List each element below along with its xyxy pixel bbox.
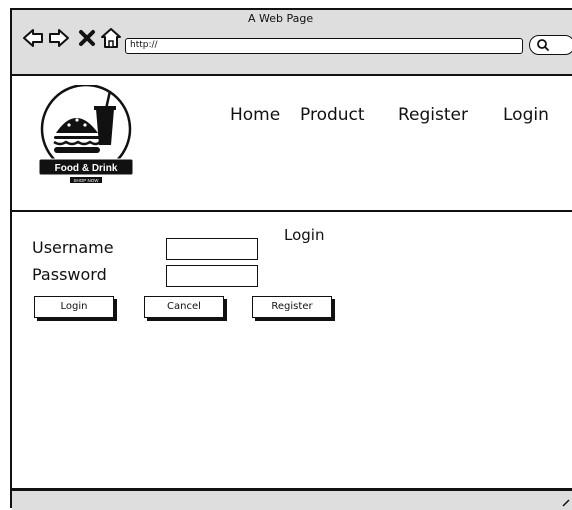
register-button[interactable]: Register xyxy=(252,296,332,318)
status-bar xyxy=(12,488,572,510)
search-icon xyxy=(537,39,549,51)
nav-product[interactable]: Product xyxy=(300,105,365,125)
logo-tagline: SHOP NOW xyxy=(74,178,100,183)
resize-grip-icon[interactable] xyxy=(562,499,570,507)
browser-window: A Web Page http:// Food & Drink SHOP NOW… xyxy=(10,8,572,510)
forward-arrow-icon[interactable] xyxy=(48,27,70,49)
browser-toolbar: A Web Page http:// xyxy=(12,10,572,76)
logo-name: Food & Drink xyxy=(55,163,118,174)
nav-login[interactable]: Login xyxy=(503,105,549,125)
url-field[interactable]: http:// xyxy=(125,38,523,54)
password-input[interactable] xyxy=(166,265,258,287)
page-title: A Web Page xyxy=(248,12,314,25)
nav-register[interactable]: Register xyxy=(398,105,468,125)
username-input[interactable] xyxy=(166,238,258,260)
username-label: Username xyxy=(32,238,114,257)
nav-home[interactable]: Home xyxy=(230,105,280,125)
back-arrow-icon[interactable] xyxy=(22,27,44,49)
login-button[interactable]: Login xyxy=(34,296,114,318)
close-icon[interactable] xyxy=(76,27,98,49)
login-form: Login Username Password Login Cancel Reg… xyxy=(12,212,572,488)
search-button[interactable] xyxy=(529,35,572,55)
site-header: Food & Drink SHOP NOW Home Product Regis… xyxy=(12,76,572,212)
cancel-button[interactable]: Cancel xyxy=(144,296,224,318)
food-drink-logo[interactable]: Food & Drink SHOP NOW xyxy=(36,85,136,185)
home-icon[interactable] xyxy=(100,27,122,49)
form-heading: Login xyxy=(284,226,325,244)
password-label: Password xyxy=(32,265,107,284)
